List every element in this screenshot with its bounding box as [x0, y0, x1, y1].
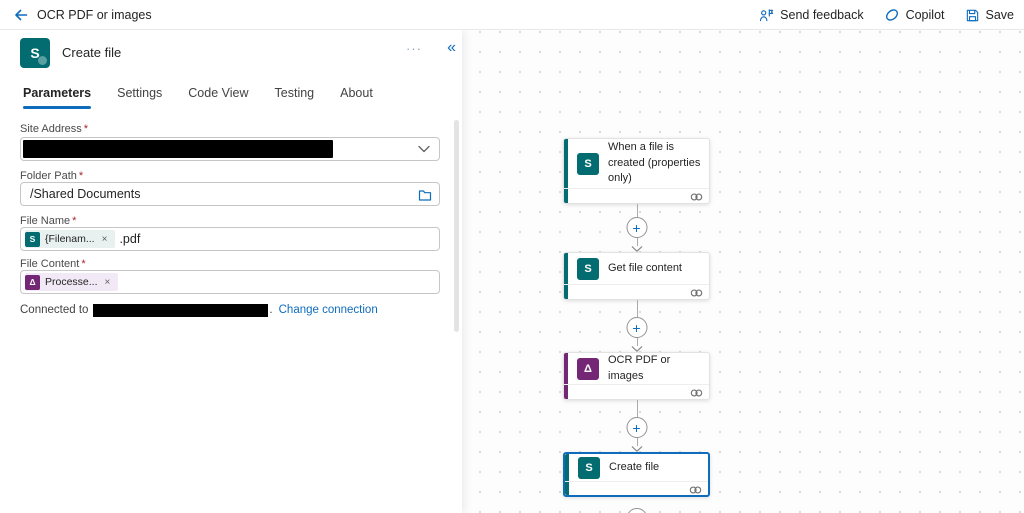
save-label: Save	[986, 8, 1015, 22]
action-panel: S Create file ··· « Parameters Settings …	[0, 30, 462, 513]
node-ocr-pdf-or-images[interactable]: Δ OCR PDF or images	[563, 352, 710, 400]
node-get-file-content[interactable]: S Get file content	[563, 252, 710, 300]
required-asterisk: *	[72, 215, 76, 227]
file-content-token-label: Processe...	[45, 276, 98, 288]
filename-token-label: {Filenam...	[45, 233, 95, 245]
node-body: Δ OCR PDF or images	[564, 353, 709, 384]
send-feedback-button[interactable]: Send feedback	[759, 0, 863, 30]
file-content-input[interactable]: Δ Processe... ×	[20, 270, 440, 294]
insert-step-button[interactable]: +	[626, 217, 647, 238]
file-name-input[interactable]: S {Filenam... × .pdf	[20, 227, 440, 251]
folder-picker-icon	[418, 189, 432, 202]
node-footer	[565, 481, 708, 497]
ai-builder-node-icon: Δ	[577, 358, 599, 380]
site-address-dropdown[interactable]	[20, 137, 440, 161]
insert-step-button[interactable]: +	[626, 317, 647, 338]
node-title: Create file	[609, 460, 659, 475]
tab-testing[interactable]: Testing	[275, 86, 315, 109]
folder-path-label: Folder Path*	[20, 170, 83, 182]
connector: +	[563, 204, 710, 252]
file-content-label: File Content*	[20, 258, 86, 270]
sharepoint-node-icon: S	[577, 258, 599, 280]
connection-link-icon	[690, 288, 703, 298]
folder-picker-button[interactable]	[416, 186, 434, 204]
node-title: OCR PDF or images	[608, 353, 701, 384]
send-feedback-label: Send feedback	[780, 8, 863, 22]
action-title: Create file	[62, 45, 121, 60]
flow-designer: OCR PDF or images Send feedback	[0, 0, 1024, 513]
panel-scrollbar[interactable]	[454, 120, 459, 332]
required-asterisk: *	[81, 258, 85, 270]
file-extension-text: .pdf	[119, 232, 140, 246]
feedback-icon	[759, 8, 774, 23]
connected-to-text: Connected to	[20, 304, 88, 316]
connector	[563, 508, 710, 513]
node-footer	[564, 188, 709, 204]
sharepoint-connector-icon: S	[20, 38, 50, 68]
copilot-label: Copilot	[906, 8, 945, 22]
sharepoint-token-icon: S	[25, 232, 40, 247]
tab-code-view[interactable]: Code View	[188, 86, 248, 109]
file-content-token[interactable]: Δ Processe... ×	[25, 273, 118, 291]
folder-path-input[interactable]: /Shared Documents	[20, 182, 440, 206]
redacted-connection-name	[93, 304, 268, 317]
chevron-down-icon	[418, 145, 430, 153]
required-asterisk: *	[79, 170, 83, 182]
sharepoint-node-icon: S	[578, 457, 600, 479]
tab-settings[interactable]: Settings	[117, 86, 162, 109]
filename-token[interactable]: S {Filenam... ×	[25, 230, 115, 248]
node-when-a-file-is-created[interactable]: S When a file is created (properties onl…	[563, 138, 710, 204]
file-name-label: File Name*	[20, 215, 76, 227]
copilot-icon	[884, 7, 900, 23]
sharepoint-node-icon: S	[577, 153, 599, 175]
connector: +	[563, 400, 710, 452]
connector: +	[563, 300, 710, 352]
save-icon	[965, 8, 980, 23]
connection-info: Connected to . Change connection	[20, 302, 378, 318]
node-footer	[564, 284, 709, 300]
redacted-site-address-value	[23, 140, 333, 158]
connection-link-icon	[690, 192, 703, 202]
required-asterisk: *	[84, 123, 88, 135]
tab-about[interactable]: About	[340, 86, 373, 109]
node-body: S Get file content	[564, 253, 709, 284]
connection-separator: .	[269, 304, 272, 316]
site-address-label: Site Address*	[20, 123, 88, 135]
collapse-panel-button[interactable]: «	[447, 39, 456, 57]
node-create-file[interactable]: S Create file	[563, 452, 710, 497]
topbar-actions: Send feedback Copilot Sa	[759, 0, 1014, 30]
flow-title: OCR PDF or images	[37, 0, 152, 30]
remove-token-button[interactable]: ×	[103, 277, 113, 288]
insert-step-button[interactable]: +	[626, 417, 647, 438]
node-title: When a file is created (properties only)	[608, 140, 701, 186]
save-button[interactable]: Save	[965, 0, 1015, 30]
connection-link-icon	[689, 485, 702, 495]
arrow-left-icon	[13, 7, 29, 23]
node-body: S Create file	[565, 454, 708, 481]
back-button[interactable]	[10, 4, 32, 26]
copilot-button[interactable]: Copilot	[884, 0, 945, 30]
flow-canvas[interactable]: S When a file is created (properties onl…	[462, 30, 1024, 513]
remove-token-button[interactable]: ×	[100, 234, 110, 245]
node-title: Get file content	[608, 261, 682, 276]
folder-path-value: /Shared Documents	[21, 187, 140, 201]
node-footer	[564, 384, 709, 400]
change-connection-link[interactable]: Change connection	[279, 304, 378, 316]
connection-link-icon	[690, 388, 703, 398]
panel-tabs: Parameters Settings Code View Testing Ab…	[23, 86, 373, 109]
node-body: S When a file is created (properties onl…	[564, 139, 709, 188]
ai-builder-token-icon: Δ	[25, 275, 40, 290]
insert-step-button[interactable]	[626, 508, 647, 513]
sharepoint-icon-dot	[38, 56, 47, 65]
tab-parameters[interactable]: Parameters	[23, 86, 91, 109]
topbar: OCR PDF or images Send feedback	[0, 0, 1024, 30]
more-options-button[interactable]: ···	[406, 41, 422, 56]
